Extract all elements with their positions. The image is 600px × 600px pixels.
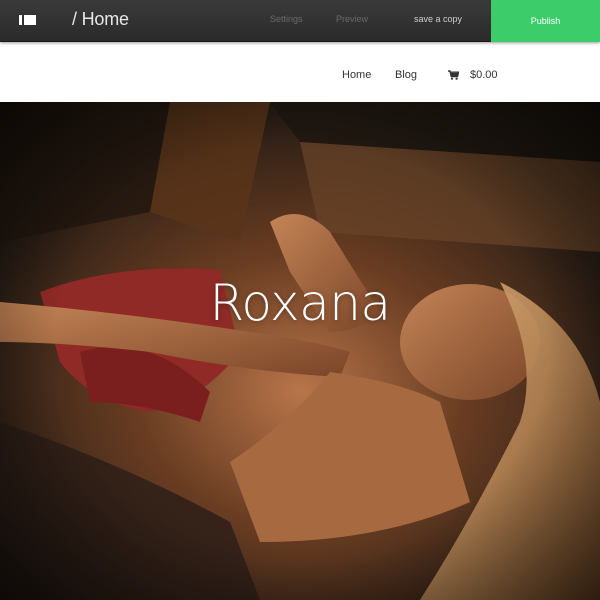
nav-link-home[interactable]: Home xyxy=(342,69,371,81)
settings-link[interactable]: Settings xyxy=(270,14,303,24)
breadcrumb: / Home xyxy=(72,9,129,29)
hero-section: Roxana xyxy=(0,102,600,600)
cart-icon xyxy=(448,70,459,80)
nav-link-blog[interactable]: Blog xyxy=(395,69,417,81)
panel-toggle-icon[interactable] xyxy=(18,13,38,27)
hero-title: Roxana xyxy=(209,274,391,332)
publish-button[interactable]: Publish xyxy=(491,0,600,42)
site-navigation: Home Blog $0.00 xyxy=(0,42,600,102)
editor-toolbar: / Home Settings Preview save a copy Publ… xyxy=(0,0,600,42)
preview-link[interactable]: Preview xyxy=(336,14,368,24)
save-copy-link[interactable]: save a copy xyxy=(414,14,462,24)
cart-link[interactable]: $0.00 xyxy=(448,69,498,81)
hero-background-photo xyxy=(0,102,600,600)
cart-total: $0.00 xyxy=(470,69,498,81)
